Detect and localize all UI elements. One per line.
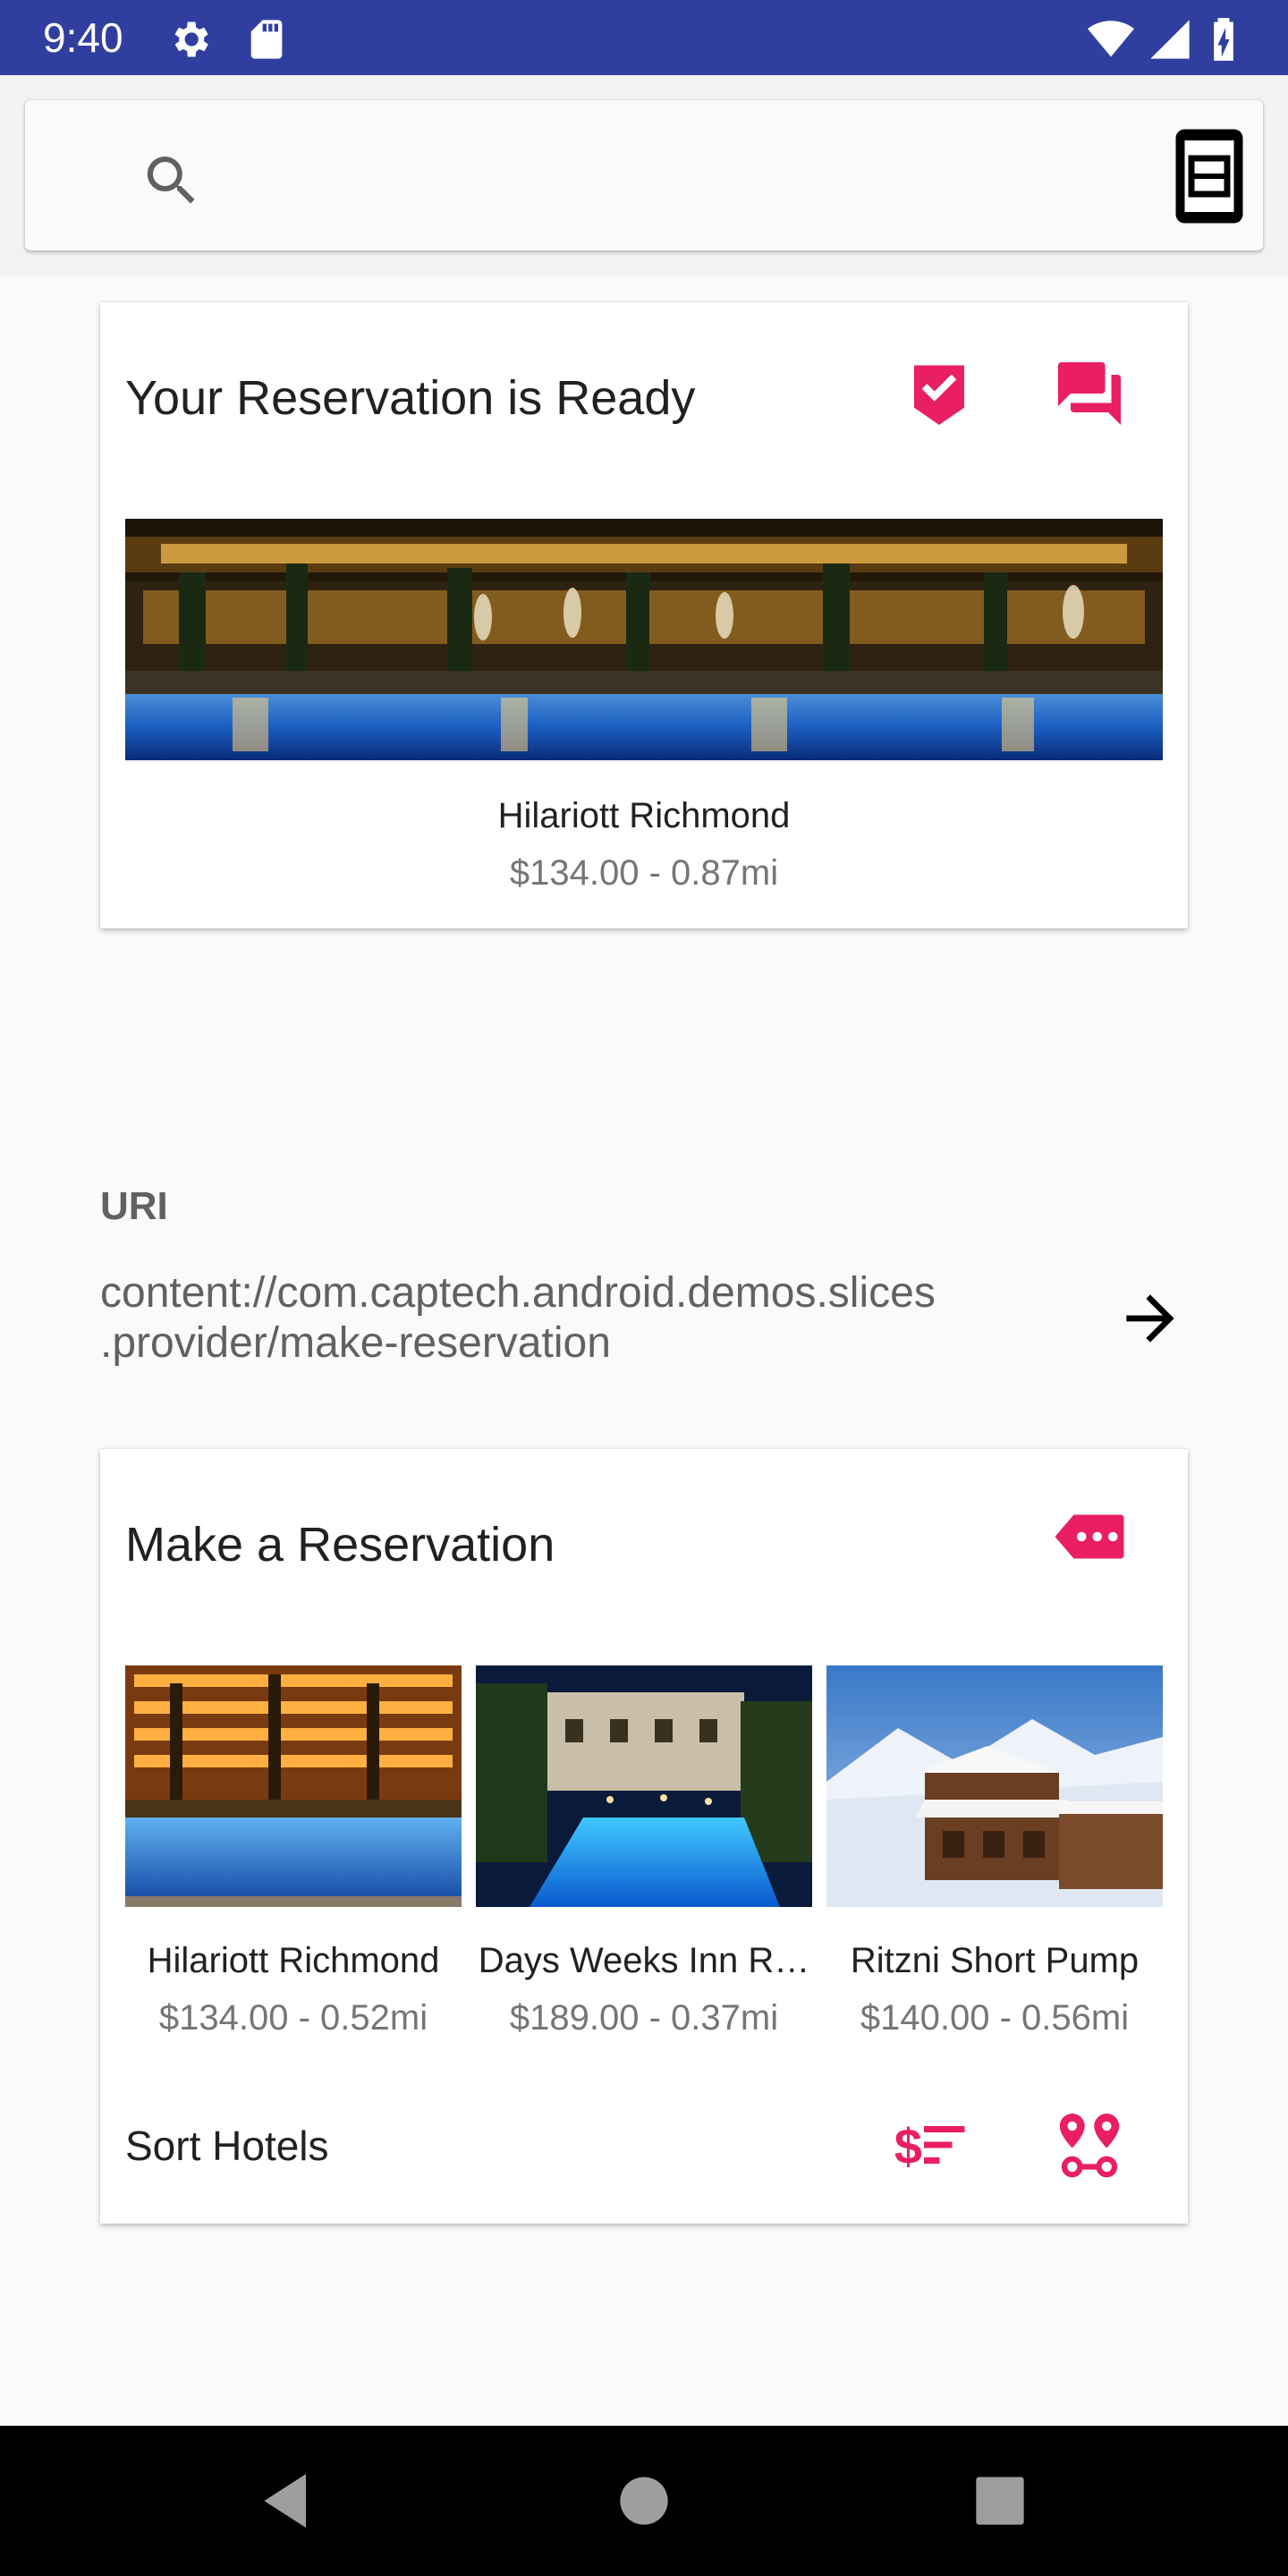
hotel-photo xyxy=(125,519,1163,760)
chat-icon[interactable] xyxy=(1052,356,1127,431)
status-time: 9:40 xyxy=(43,14,123,61)
more-tag-icon[interactable] xyxy=(1052,1499,1127,1574)
signal-icon xyxy=(1150,20,1190,59)
make-reservation-card[interactable]: Make a Reservation Hilariott Richmond $1… xyxy=(100,1449,1188,2224)
hotel-detail: $140.00 - 0.56mi xyxy=(860,1998,1130,2038)
sort-by-distance-icon[interactable] xyxy=(1052,2107,1127,2182)
sd-card-icon xyxy=(250,20,283,59)
navigation-bar xyxy=(0,2426,1288,2576)
device-icon[interactable] xyxy=(1172,127,1247,225)
hotel-name: Ritzni Short Pump xyxy=(850,1941,1140,1980)
hotel-name: Hilariott Richmond xyxy=(147,1941,440,1980)
reservation-ready-title: Your Reservation is Ready xyxy=(125,371,696,425)
uri-text: content://com.captech.android.demos.slic… xyxy=(100,1269,936,1367)
verified-check-icon[interactable] xyxy=(902,356,977,431)
hotel-photo xyxy=(125,1665,462,1907)
hotel-grid-item[interactable]: Hilariott Richmond $134.00 - 0.52mi xyxy=(125,1665,462,2077)
home-icon[interactable] xyxy=(608,2465,680,2537)
sort-hotels-label: Sort Hotels xyxy=(125,2123,329,2169)
hotel-detail: $134.00 - 0.52mi xyxy=(158,1998,428,2038)
make-reservation-title: Make a Reservation xyxy=(125,1518,555,1572)
search-bar[interactable] xyxy=(25,100,1263,250)
battery-charging-icon xyxy=(1214,18,1233,61)
reservation-ready-card[interactable]: Your Reservation is Ready Hilariott Rich… xyxy=(100,302,1188,928)
back-icon[interactable] xyxy=(252,2465,324,2537)
recents-icon[interactable] xyxy=(964,2465,1036,2537)
sort-by-price-icon[interactable]: $ xyxy=(893,2107,968,2182)
settings-icon xyxy=(174,21,208,57)
search-icon[interactable] xyxy=(140,148,204,213)
status-bar: 9:40 xyxy=(0,0,1288,75)
uri-label: URI xyxy=(100,1184,168,1228)
arrow-forward-icon[interactable] xyxy=(1114,1283,1186,1354)
hotel-photo xyxy=(826,1665,1163,1907)
wifi-icon xyxy=(1088,21,1134,57)
hotel-detail: $134.00 - 0.87mi xyxy=(509,853,779,893)
hotel-detail: $189.00 - 0.37mi xyxy=(509,1998,779,2038)
hotel-photo xyxy=(476,1665,812,1907)
svg-text:$: $ xyxy=(894,2118,922,2174)
hotel-name: Days Weeks Inn R… xyxy=(478,1941,810,1980)
hotel-grid-item[interactable]: Days Weeks Inn R… $189.00 - 0.37mi xyxy=(476,1665,812,2077)
hotel-grid-item[interactable]: Ritzni Short Pump $140.00 - 0.56mi xyxy=(826,1665,1163,2077)
hotel-name: Hilariott Richmond xyxy=(497,796,791,835)
top-region xyxy=(0,75,1288,275)
